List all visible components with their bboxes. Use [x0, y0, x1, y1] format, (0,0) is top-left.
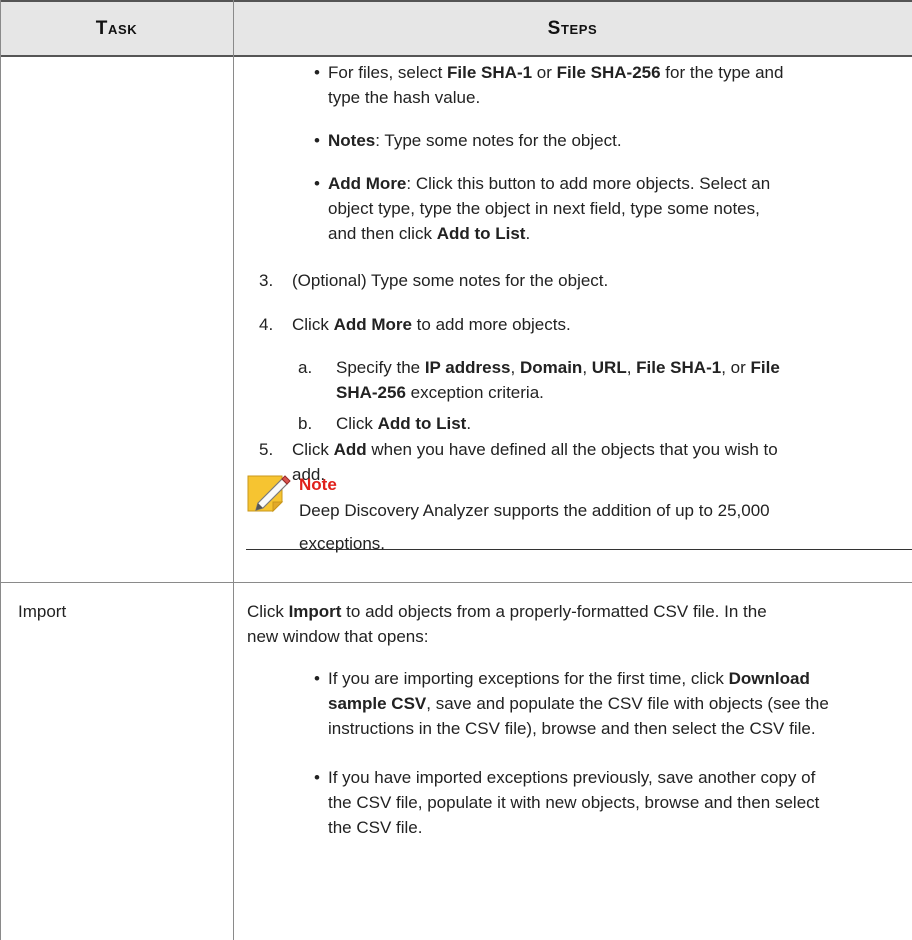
text-run: Click — [292, 440, 334, 459]
text-run: new window that opens: — [247, 627, 429, 646]
bullet-text-line: sample CSV, save and populate the CSV fi… — [328, 691, 829, 716]
text-run: Click — [247, 602, 289, 621]
intro-text-line: Click Import to add objects from a prope… — [247, 599, 767, 624]
substep-text-line: SHA-256 exception criteria. — [336, 380, 544, 405]
note-pencil-icon — [247, 473, 291, 522]
bold-term: File SHA-1 — [447, 63, 533, 82]
substep-text-line: Specify the IP address, Domain, URL, Fil… — [336, 355, 780, 380]
bullet-text-line: and then click Add to List. — [328, 221, 530, 246]
bold-term: File SHA-256 — [556, 63, 661, 82]
bold-term: SHA-256 — [336, 383, 406, 402]
step-number: 3. — [259, 271, 274, 290]
bullet-marker: • — [314, 768, 320, 787]
bold-term: Add to List — [377, 414, 467, 433]
step-number: 5. — [259, 440, 274, 459]
note-title: Note — [299, 475, 337, 494]
text-run: If you have imported exceptions previous… — [328, 768, 816, 787]
bold-term: Download — [728, 669, 810, 688]
text-run: or — [532, 63, 557, 82]
text-run: and then click — [328, 224, 437, 243]
text-run: the CSV file. — [328, 818, 423, 837]
column-header-steps: Steps — [547, 18, 598, 39]
column-header-task: Task — [95, 18, 138, 39]
text-run: . — [466, 414, 472, 433]
bold-term: Import — [288, 602, 342, 621]
text-run: , or — [721, 358, 751, 377]
text-run: type the hash value. — [328, 88, 481, 107]
header-bottom-border — [0, 55, 912, 57]
text-run: when you have defined all the objects th… — [366, 440, 778, 459]
step-text-line: Click Add when you have defined all the … — [292, 437, 778, 462]
step-number: 4. — [259, 315, 274, 334]
substep-text-line: Click Add to List. — [336, 411, 471, 436]
bold-term: File — [750, 358, 780, 377]
text-run: to add more objects. — [411, 315, 571, 334]
text-run: the CSV file, populate it with new objec… — [328, 793, 820, 812]
text-run: , — [582, 358, 592, 377]
bullet-marker: • — [314, 63, 320, 82]
text-run: object type, type the object in next fie… — [328, 199, 760, 218]
bullet-marker: • — [314, 174, 320, 193]
substep-letter: a. — [298, 358, 313, 377]
table-header-row: Task Steps — [0, 0, 912, 56]
text-run: , save and populate the CSV file with ob… — [426, 694, 829, 713]
text-run: exception criteria. — [405, 383, 544, 402]
bullet-text-line: For files, select File SHA-1 or File SHA… — [328, 60, 783, 85]
step-text-line: (Optional) Type some notes for the objec… — [292, 268, 608, 293]
procedure-table: Task Steps • For files, select File SHA-1… — [0, 0, 912, 940]
bullet-text-line: object type, type the object in next fie… — [328, 196, 760, 221]
substep-letter: b. — [298, 414, 313, 433]
text-run: (Optional) Type some notes for the objec… — [292, 271, 609, 290]
text-run: Click — [292, 315, 334, 334]
table-top-border — [0, 0, 912, 2]
bold-term: IP address — [424, 358, 511, 377]
bold-term: sample CSV — [328, 694, 427, 713]
bold-term: Add to List — [436, 224, 526, 243]
bullet-text-line: instructions in the CSV file), browse an… — [328, 716, 816, 741]
text-run: Specify the — [336, 358, 425, 377]
bold-term: Notes — [328, 131, 376, 150]
bullet-text-line: If you are importing exceptions for the … — [328, 666, 810, 691]
bold-term: File SHA-1 — [636, 358, 722, 377]
text-run: If you are importing exceptions for the … — [328, 669, 729, 688]
text-run: instructions in the CSV file), browse an… — [328, 719, 816, 738]
bold-term: Domain — [519, 358, 583, 377]
text-run: to add objects from a properly-formatted… — [341, 602, 767, 621]
bullet-text-line: Notes: Type some notes for the object. — [328, 128, 622, 153]
task-cell-import: Import — [18, 602, 67, 621]
table-left-border — [0, 0, 1, 940]
bullet-text-line: the CSV file. — [328, 815, 423, 840]
step-text-line: Click Add More to add more objects. — [292, 312, 571, 337]
bullet-text-line: If you have imported exceptions previous… — [328, 765, 815, 790]
text-run: Click — [336, 414, 378, 433]
bullet-text-line: Add More: Click this button to add more … — [328, 171, 770, 196]
column-divider — [233, 0, 234, 940]
bold-term: Add More — [328, 174, 407, 193]
intro-text-line: new window that opens: — [247, 624, 428, 649]
text-run: , — [510, 358, 520, 377]
text-run: for the type and — [660, 63, 784, 82]
bold-term: Add — [333, 440, 367, 459]
text-run: : Type some notes for the object. — [375, 131, 622, 150]
note-text-line: Deep Discovery Analyzer supports the add… — [299, 501, 770, 520]
text-run: For files, select — [328, 63, 448, 82]
row-divider — [0, 582, 912, 583]
bullet-marker: • — [314, 131, 320, 150]
bullet-marker: • — [314, 669, 320, 688]
text-run: . — [525, 224, 531, 243]
bold-term: URL — [591, 358, 627, 377]
text-run: : Click this button to add more objects.… — [406, 174, 771, 193]
note-text-line: exceptions. — [299, 534, 385, 553]
text-run: , — [626, 358, 637, 377]
bold-term: Add More — [333, 315, 412, 334]
bullet-text-line: the CSV file, populate it with new objec… — [328, 790, 819, 815]
bullet-text-line: type the hash value. — [328, 85, 480, 110]
